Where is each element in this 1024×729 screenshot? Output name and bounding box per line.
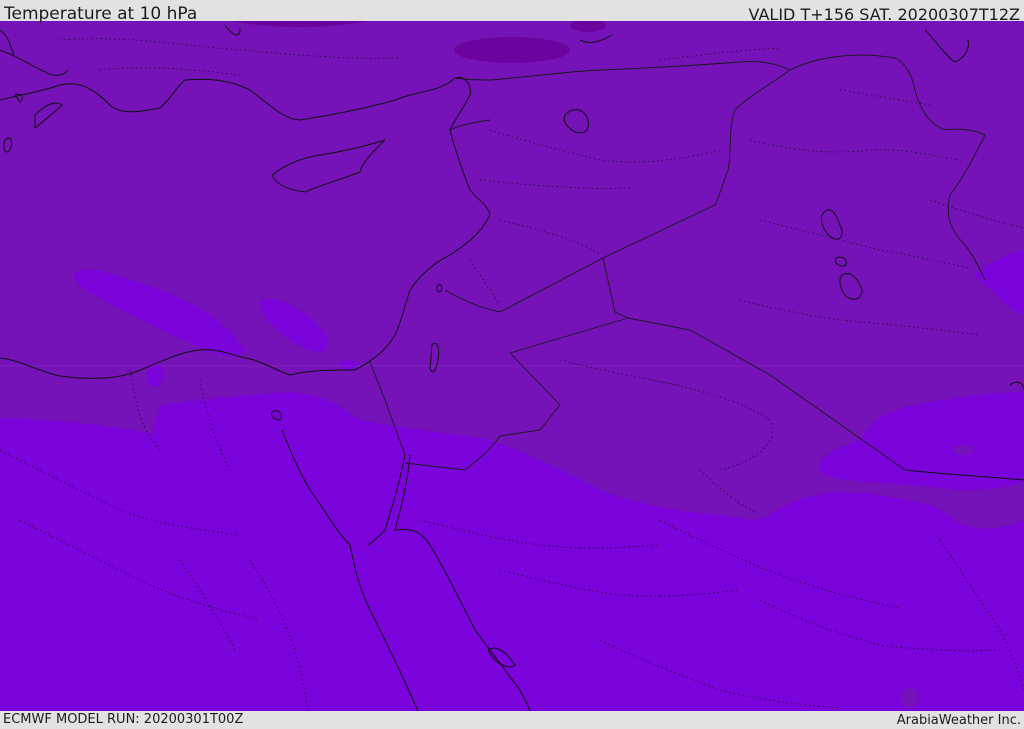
map-title: Temperature at 10 hPa [4,4,198,24]
temperature-blob-small [339,360,357,370]
temperature-cold-core [454,37,570,63]
model-run-label: ECMWF MODEL RUN: 20200301T00Z [3,712,244,727]
map-canvas [0,21,1024,711]
temperature-pocket [953,445,973,455]
credit-label: ArabiaWeather Inc. [896,713,1021,728]
valid-time-label: VALID T+156 SAT. 20200307T12Z [748,5,1020,24]
map-area [0,21,1024,711]
temperature-pocket [901,688,919,708]
map-figure: Temperature at 10 hPa VALID T+156 SAT. 2… [0,0,1024,729]
